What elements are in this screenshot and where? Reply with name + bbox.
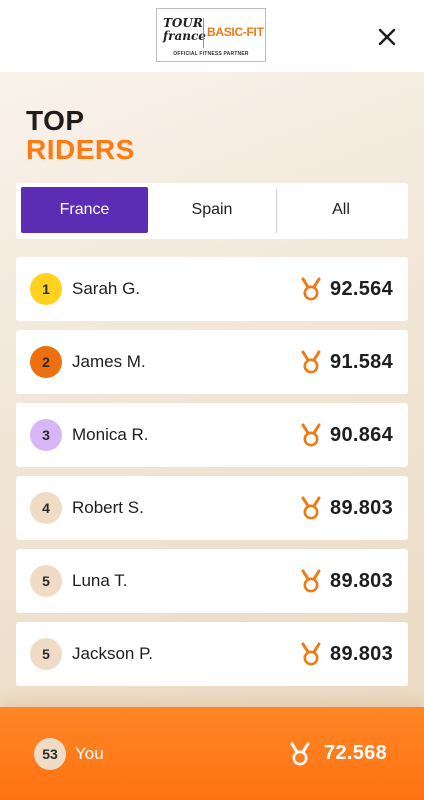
title-line-riders: RIDERS [26, 134, 135, 165]
leaderboard-row[interactable]: 3 Monica R. 90.864 [16, 403, 408, 467]
rank-badge: 2 [30, 346, 62, 378]
medal-icon [300, 569, 322, 593]
your-label: You [75, 744, 104, 763]
rider-score: 89.803 [330, 497, 393, 519]
rank-badge: 1 [30, 273, 62, 305]
medal-icon [289, 742, 311, 766]
rider-score: 89.803 [330, 643, 393, 665]
rider-score: 89.803 [330, 570, 393, 592]
your-rank-bar[interactable]: 53 You 72.568 [0, 707, 424, 800]
leaderboard-row[interactable]: 1 Sarah G. 92.564 [16, 257, 408, 321]
rank-badge: 5 [30, 638, 62, 670]
rider-score: 91.584 [330, 351, 393, 373]
logo-partner-text: OFFICIAL FITNESS PARTNER [173, 51, 249, 57]
rider-score: 90.864 [330, 424, 393, 446]
rank-badge: 4 [30, 492, 62, 524]
medal-icon [300, 423, 322, 447]
app-header: TOUR france BASIC-FIT OFFICIAL FITNESS P… [0, 0, 424, 72]
tab-spain[interactable]: Spain [148, 187, 276, 233]
rider-name: Sarah G. [72, 279, 141, 298]
tab-france[interactable]: France [21, 187, 148, 233]
page-title: TOP RIDERS [26, 106, 135, 164]
your-score: 72.568 [324, 742, 387, 764]
leaderboard-row[interactable]: 4 Robert S. 89.803 [16, 476, 408, 540]
basic-fit-logo: BASIC-FIT [207, 25, 264, 39]
logo-france-text: france [163, 29, 206, 43]
tour-de-france-logo: TOUR france [163, 16, 206, 49]
tab-all[interactable]: All [277, 187, 405, 233]
country-tabs: France Spain All [16, 183, 408, 239]
leaderboard-row[interactable]: 5 Jackson P. 89.803 [16, 622, 408, 686]
close-icon[interactable] [376, 26, 398, 48]
medal-icon [300, 350, 322, 374]
rider-name: James M. [72, 352, 146, 371]
rank-badge: 3 [30, 419, 62, 451]
rank-badge: 5 [30, 565, 62, 597]
rider-name: Robert S. [72, 498, 144, 517]
rider-score: 92.564 [330, 278, 393, 300]
title-line-top: TOP [26, 105, 85, 136]
your-rank-badge: 53 [34, 738, 66, 770]
rider-name: Luna T. [72, 571, 128, 590]
logo-divider [203, 18, 204, 48]
leaderboard-row[interactable]: 5 Luna T. 89.803 [16, 549, 408, 613]
rider-name: Jackson P. [72, 644, 153, 663]
medal-icon [300, 642, 322, 666]
logo-tour-text: TOUR [163, 16, 203, 30]
leaderboard-row[interactable]: 2 James M. 91.584 [16, 330, 408, 394]
sponsor-logo: TOUR france BASIC-FIT OFFICIAL FITNESS P… [156, 8, 266, 62]
medal-icon [300, 277, 322, 301]
medal-icon [300, 496, 322, 520]
rider-name: Monica R. [72, 425, 149, 444]
